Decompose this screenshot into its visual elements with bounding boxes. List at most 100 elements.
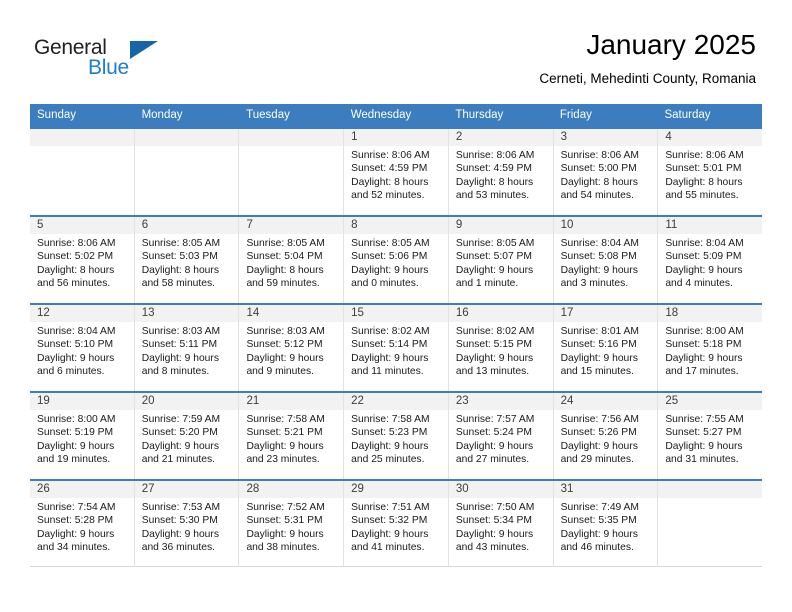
day-cell[interactable]: 27 Sunrise: 7:53 AM Sunset: 5:30 PM Dayligh… (134, 481, 240, 567)
sunrise-text: Sunrise: 8:06 AM (665, 150, 744, 161)
daylight-text-line2: and 9 minutes. (246, 366, 314, 378)
daylight-text-line2: and 43 minutes. (455, 542, 530, 554)
logo-triangle-icon (130, 41, 158, 59)
sunset-text: Sunset: 5:02 PM (37, 251, 114, 263)
daylight-text-line1: Daylight: 9 hours (560, 352, 638, 364)
day-cell[interactable]: 9 Sunrise: 8:05 AM Sunset: 5:07 PM Daylight… (448, 217, 554, 303)
day-cell[interactable]: 19 Sunrise: 8:00 AM Sunset: 5:19 PM Dayligh… (30, 393, 135, 479)
sunset-text: Sunset: 5:20 PM (141, 427, 218, 439)
day-cell[interactable]: 11 Sunrise: 8:04 AM Sunset: 5:09 PM Dayligh… (658, 217, 763, 303)
day-number: 1 (344, 129, 448, 146)
sunset-text: Sunset: 5:04 PM (246, 251, 323, 263)
sunrise-text: Sunrise: 8:06 AM (455, 150, 535, 161)
day-details: Sunrise: 7:55 AM Sunset: 5:27 PM Daylight:… (658, 410, 762, 467)
week-row: 19 Sunrise: 8:00 AM Sunset: 5:19 PM Dayligh… (30, 391, 763, 479)
day-cell[interactable]: 2 Sunrise: 8:06 AM Sunset: 4:59 PM Daylight… (448, 129, 554, 215)
day-number: 21 (239, 393, 344, 410)
day-number: 23 (448, 393, 553, 410)
title-block: January 2025 Cerneti, Mehedinti County, … (539, 28, 756, 89)
daylight-text-line1: Daylight: 8 hours (665, 176, 743, 188)
sunrise-text: Sunrise: 8:04 AM (665, 238, 744, 249)
sunrise-text: Sunrise: 8:05 AM (351, 238, 430, 249)
day-details: Sunrise: 8:00 AM Sunset: 5:19 PM Daylight:… (30, 410, 134, 467)
day-cell[interactable]: 24 Sunrise: 7:56 AM Sunset: 5:26 PM Dayligh… (553, 393, 659, 479)
week-row: 1 Sunrise: 8:06 AM Sunset: 4:59 PM Daylight… (30, 127, 763, 215)
day-cell[interactable]: 26 Sunrise: 7:54 AM Sunset: 5:28 PM Dayligh… (30, 481, 135, 567)
daylight-text-line2: and 3 minutes. (560, 278, 629, 290)
sunrise-text: Sunrise: 8:01 AM (560, 326, 640, 337)
sunrise-text: Sunrise: 7:52 AM (246, 502, 325, 513)
day-cell[interactable]: 10 Sunrise: 8:04 AM Sunset: 5:08 PM Dayligh… (553, 217, 659, 303)
day-number: 19 (30, 393, 134, 410)
day-cell[interactable]: 12 Sunrise: 8:04 AM Sunset: 5:10 PM Dayligh… (30, 305, 135, 391)
day-details: Sunrise: 8:01 AM Sunset: 5:16 PM Daylight:… (554, 322, 658, 379)
day-number: 24 (553, 393, 658, 410)
daylight-text-line2: and 27 minutes. (455, 454, 530, 466)
sunrise-text: Sunrise: 7:51 AM (351, 502, 430, 513)
daylight-text-line2: and 53 minutes. (455, 190, 530, 202)
day-number: 29 (344, 481, 448, 498)
sunset-text: Sunset: 5:09 PM (665, 251, 742, 263)
day-details: Sunrise: 7:58 AM Sunset: 5:21 PM Daylight:… (239, 410, 343, 467)
sunset-text: Sunset: 5:08 PM (560, 251, 637, 263)
day-number: 17 (553, 305, 658, 322)
daylight-text-line1: Daylight: 9 hours (560, 440, 638, 452)
day-number (134, 129, 239, 146)
daylight-text-line2: and 54 minutes. (560, 190, 634, 202)
logo[interactable]: General Blue (34, 36, 164, 86)
page-title: January 2025 (586, 29, 756, 60)
day-number: 28 (239, 481, 344, 498)
day-cell[interactable]: 6 Sunrise: 8:05 AM Sunset: 5:03 PM Daylight… (134, 217, 240, 303)
day-cell[interactable]: 30 Sunrise: 7:50 AM Sunset: 5:34 PM Dayligh… (448, 481, 554, 567)
day-cell[interactable]: 16 Sunrise: 8:02 AM Sunset: 5:15 PM Dayligh… (448, 305, 554, 391)
day-cell[interactable]: 15 Sunrise: 8:02 AM Sunset: 5:14 PM Dayligh… (344, 305, 449, 391)
day-details: Sunrise: 8:05 AM Sunset: 5:06 PM Daylight:… (344, 234, 448, 291)
logo-text-blue: Blue (88, 56, 129, 79)
day-cell[interactable]: 1 Sunrise: 8:06 AM Sunset: 4:59 PM Daylight… (344, 129, 449, 215)
day-cell[interactable]: 28 Sunrise: 7:52 AM Sunset: 5:31 PM Dayligh… (239, 481, 345, 567)
sunset-text: Sunset: 5:00 PM (560, 163, 637, 175)
sunset-text: Sunset: 5:35 PM (560, 515, 637, 527)
day-cell[interactable]: 22 Sunrise: 7:58 AM Sunset: 5:23 PM Dayligh… (344, 393, 449, 479)
day-cell[interactable]: 17 Sunrise: 8:01 AM Sunset: 5:16 PM Dayligh… (553, 305, 659, 391)
sunset-text: Sunset: 5:12 PM (246, 339, 323, 351)
day-number: 25 (658, 393, 763, 410)
daylight-text-line1: Daylight: 9 hours (455, 264, 534, 276)
day-cell[interactable]: 4 Sunrise: 8:06 AM Sunset: 5:01 PM Daylight… (658, 129, 763, 215)
day-cell[interactable]: 7 Sunrise: 8:05 AM Sunset: 5:04 PM Daylight… (239, 217, 345, 303)
day-cell[interactable]: 8 Sunrise: 8:05 AM Sunset: 5:06 PM Daylight… (344, 217, 449, 303)
daylight-text-line2: and 15 minutes. (560, 366, 634, 378)
sunset-text: Sunset: 4:59 PM (351, 163, 428, 175)
day-cell[interactable]: 3 Sunrise: 8:06 AM Sunset: 5:00 PM Daylight… (553, 129, 659, 215)
day-details: Sunrise: 7:54 AM Sunset: 5:28 PM Daylight:… (30, 498, 134, 555)
day-cell[interactable]: 31 Sunrise: 7:49 AM Sunset: 5:35 PM Dayligh… (553, 481, 659, 567)
sunset-text: Sunset: 5:26 PM (560, 427, 637, 439)
week-row: 26 Sunrise: 7:54 AM Sunset: 5:28 PM Dayligh… (30, 479, 763, 567)
day-number: 31 (553, 481, 658, 498)
day-cell[interactable]: 13 Sunrise: 8:03 AM Sunset: 5:11 PM Dayligh… (134, 305, 240, 391)
daylight-text-line2: and 13 minutes. (455, 366, 530, 378)
day-cell[interactable]: 5 Sunrise: 8:06 AM Sunset: 5:02 PM Daylight… (30, 217, 135, 303)
day-cell[interactable]: 25 Sunrise: 7:55 AM Sunset: 5:27 PM Dayligh… (658, 393, 763, 479)
sunset-text: Sunset: 5:14 PM (351, 339, 428, 351)
weekday-header-row: Sunday Monday Tuesday Wednesday Thursday… (30, 104, 762, 127)
daylight-text-line2: and 41 minutes. (351, 542, 425, 554)
day-details: Sunrise: 7:51 AM Sunset: 5:32 PM Daylight:… (344, 498, 448, 555)
day-cell[interactable]: 21 Sunrise: 7:58 AM Sunset: 5:21 PM Dayligh… (239, 393, 345, 479)
weekday-header-wednesday: Wednesday (350, 109, 412, 121)
day-details: Sunrise: 8:06 AM Sunset: 4:59 PM Daylight:… (344, 146, 448, 203)
day-details: Sunrise: 8:05 AM Sunset: 5:04 PM Daylight:… (239, 234, 343, 291)
daylight-text-line2: and 17 minutes. (665, 366, 739, 378)
day-cell[interactable]: 18 Sunrise: 8:00 AM Sunset: 5:18 PM Dayligh… (658, 305, 763, 391)
day-cell[interactable]: 20 Sunrise: 7:59 AM Sunset: 5:20 PM Dayligh… (134, 393, 240, 479)
sunrise-text: Sunrise: 7:53 AM (141, 502, 221, 513)
daylight-text-line1: Daylight: 8 hours (560, 176, 638, 188)
daylight-text-line2: and 59 minutes. (246, 278, 320, 290)
sunrise-text: Sunrise: 7:54 AM (37, 502, 116, 513)
sunset-text: Sunset: 5:27 PM (665, 427, 742, 439)
day-cell[interactable]: 14 Sunrise: 8:03 AM Sunset: 5:12 PM Dayligh… (239, 305, 345, 391)
sunset-text: Sunset: 5:28 PM (37, 515, 114, 527)
day-cell[interactable]: 23 Sunrise: 7:57 AM Sunset: 5:24 PM Dayligh… (448, 393, 554, 479)
daylight-text-line2: and 25 minutes. (351, 454, 425, 466)
day-cell[interactable]: 29 Sunrise: 7:51 AM Sunset: 5:32 PM Dayligh… (344, 481, 449, 567)
